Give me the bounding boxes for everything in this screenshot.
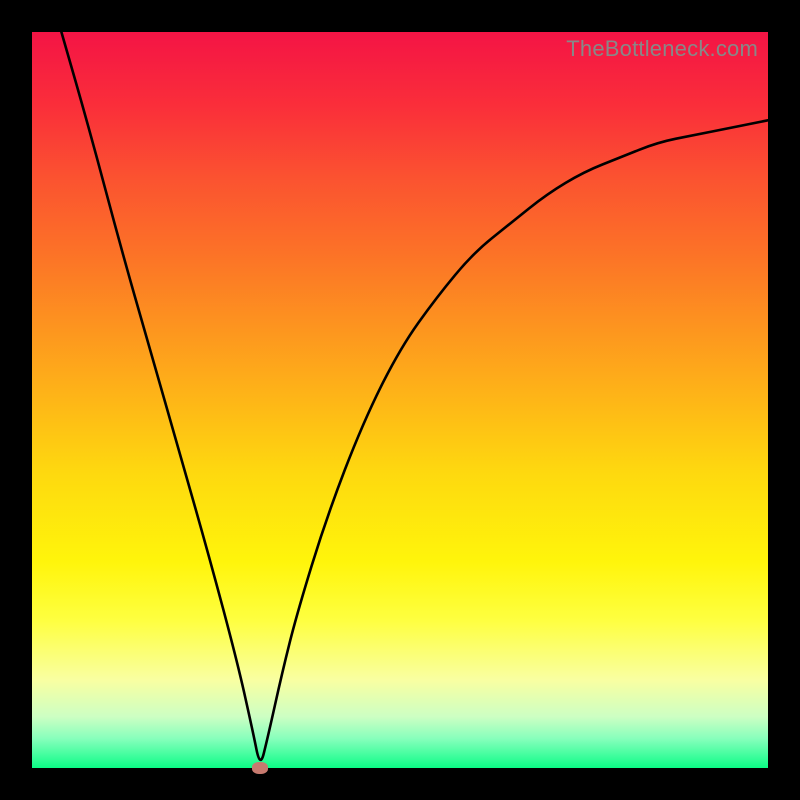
minimum-marker (252, 762, 268, 774)
bottleneck-curve-path (61, 32, 768, 760)
plot-area: TheBottleneck.com (32, 32, 768, 768)
curve-svg (32, 32, 768, 768)
chart-frame: TheBottleneck.com (0, 0, 800, 800)
